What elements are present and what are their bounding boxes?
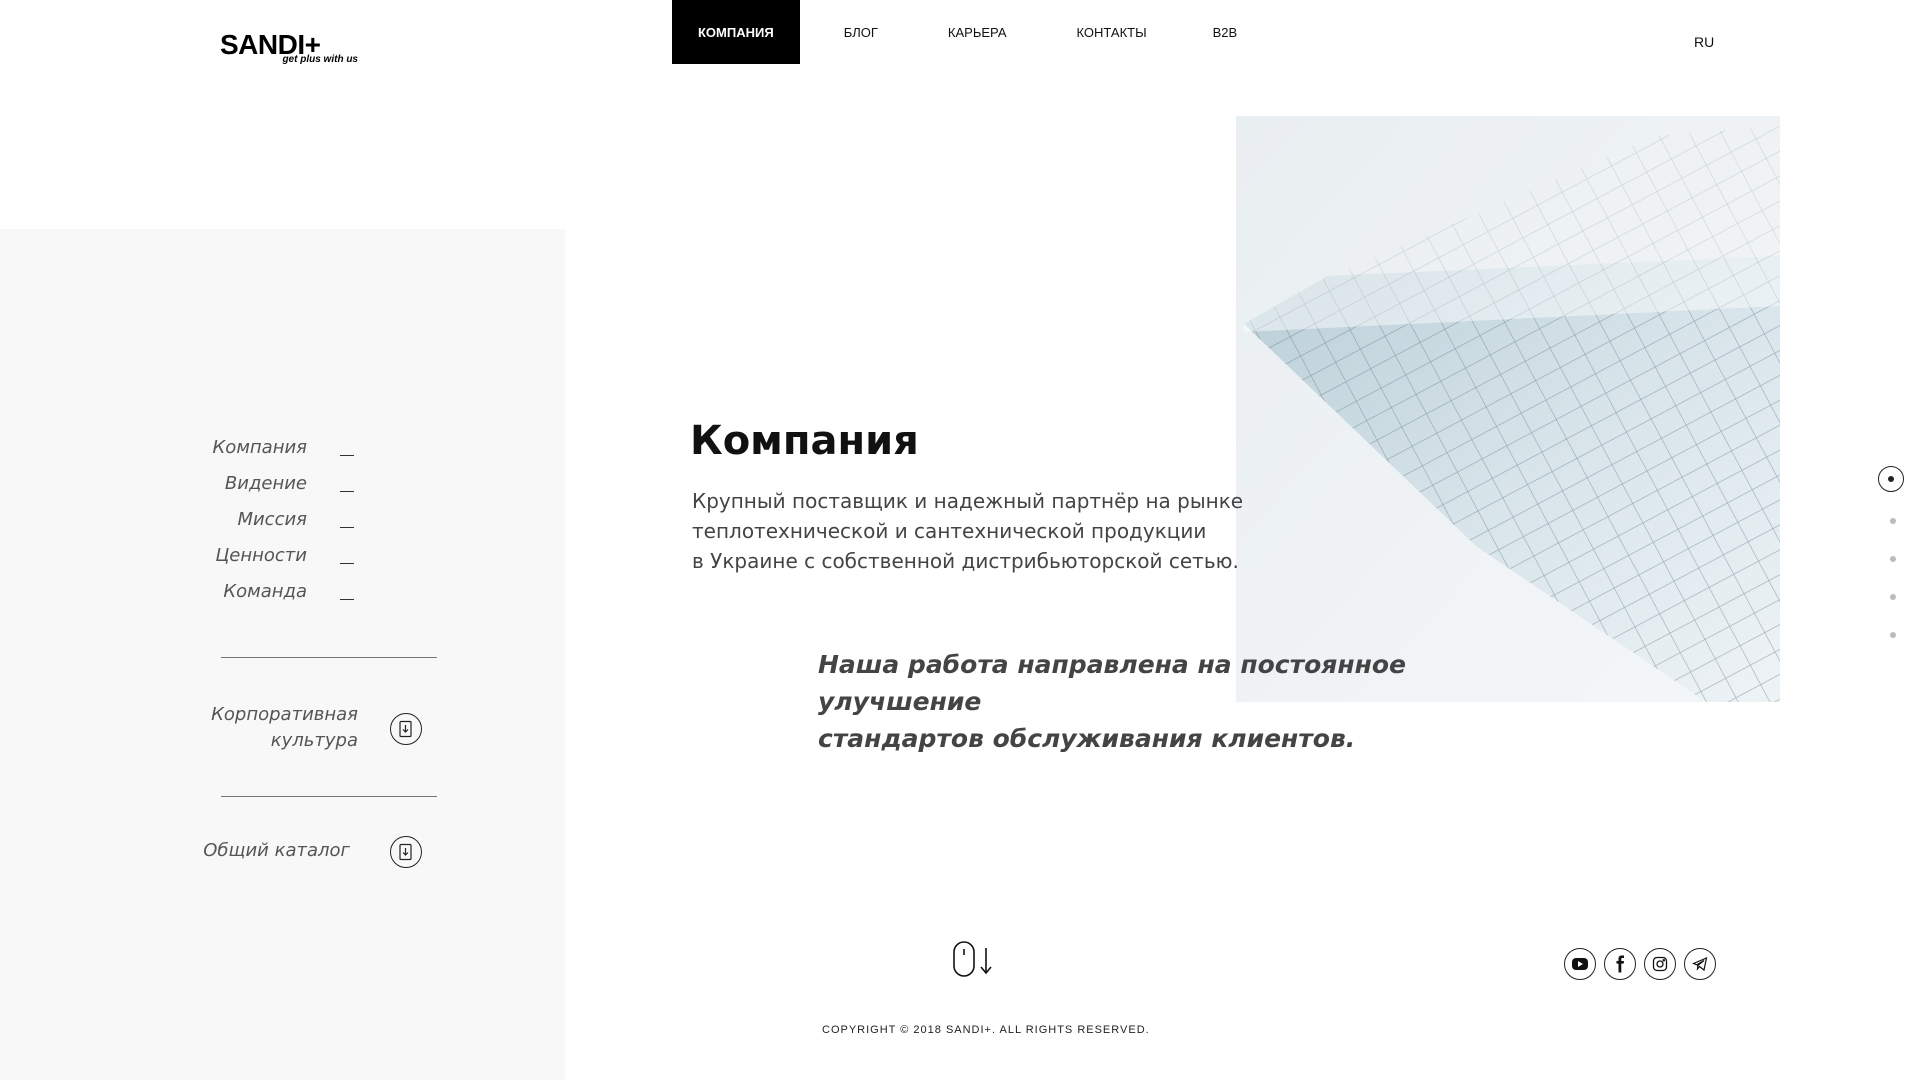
- scroll-down-icon[interactable]: [952, 940, 996, 980]
- language-switcher[interactable]: RU: [1694, 34, 1714, 50]
- nav-item-b2b[interactable]: B2B: [1187, 0, 1264, 64]
- sidebar-item-values[interactable]: Ценности: [0, 545, 360, 575]
- dash-icon: [340, 599, 354, 600]
- nav-item-blog[interactable]: БЛОГ: [818, 0, 904, 64]
- sidebar-divider: [221, 657, 437, 658]
- dash-icon: [340, 563, 354, 564]
- dash-icon: [340, 491, 354, 492]
- social-links: [1564, 948, 1716, 980]
- pager-dot[interactable]: [1890, 594, 1896, 600]
- sidebar: [0, 229, 565, 1080]
- dash-icon: [340, 527, 354, 528]
- mission-quote: Наша работа направлена на постоянное улу…: [818, 646, 1578, 757]
- sidebar-item-label: Ценности: [215, 545, 307, 566]
- page-title: Компания: [690, 418, 919, 464]
- company-description: Крупный поставщик и надежный партнёр на …: [692, 486, 1252, 576]
- facebook-icon[interactable]: [1604, 948, 1636, 980]
- description-line: Крупный поставщик и надежный партнёр на …: [692, 489, 1244, 513]
- pager-dot[interactable]: [1890, 632, 1896, 638]
- pager-dot-inner: [1888, 476, 1894, 482]
- quote-line: Наша работа направлена на постоянное улу…: [818, 650, 1407, 716]
- description-line: в Украине с собственной дистрибьюторской…: [692, 549, 1239, 573]
- sidebar-divider: [221, 796, 437, 797]
- brand-logo[interactable]: SANDI+ get plus with us: [220, 31, 360, 68]
- sidebar-item-label: Компания: [212, 437, 307, 458]
- download-label: Корпоративная культура: [211, 702, 358, 754]
- instagram-icon[interactable]: [1644, 948, 1676, 980]
- nav-item-career[interactable]: КАРЬЕРА: [922, 0, 1033, 64]
- sidebar-item-label: Видение: [224, 473, 307, 494]
- main-nav: КОМПАНИЯ БЛОГ КАРЬЕРА КОНТАКТЫ B2B: [672, 0, 1263, 64]
- sidebar-item-label: Миссия: [237, 509, 307, 530]
- copyright-text: COPYRIGHT © 2018 SANDI+. ALL RIGHTS RESE…: [822, 1024, 1150, 1036]
- nav-item-contacts[interactable]: КОНТАКТЫ: [1051, 0, 1173, 64]
- download-corporate-culture[interactable]: Корпоративная культура: [200, 702, 440, 758]
- sidebar-item-mission[interactable]: Миссия: [0, 509, 360, 539]
- download-label: Общий каталог: [203, 840, 350, 861]
- sidebar-item-label: Команда: [223, 581, 307, 602]
- sidebar-item-vision[interactable]: Видение: [0, 473, 360, 503]
- download-general-catalog[interactable]: Общий каталог: [200, 836, 440, 872]
- pager-dot[interactable]: [1890, 556, 1896, 562]
- youtube-icon[interactable]: [1564, 948, 1596, 980]
- hero-building-image: [1236, 116, 1780, 702]
- brand-tagline: get plus with us: [282, 54, 358, 65]
- description-line: теплотехнической и сантехнической продук…: [692, 519, 1207, 543]
- nav-item-company[interactable]: КОМПАНИЯ: [672, 0, 800, 64]
- download-label-line: культура: [270, 730, 358, 751]
- quote-line: стандартов обслуживания клиентов.: [818, 724, 1356, 753]
- dash-icon: [340, 455, 354, 456]
- download-label-line: Корпоративная: [211, 704, 358, 725]
- telegram-icon[interactable]: [1684, 948, 1716, 980]
- sidebar-item-team[interactable]: Команда: [0, 581, 360, 611]
- sidebar-item-company[interactable]: Компания: [0, 437, 360, 467]
- download-icon[interactable]: [390, 713, 422, 745]
- download-icon[interactable]: [390, 836, 422, 868]
- pager-dot[interactable]: [1890, 518, 1896, 524]
- pager-dot-active[interactable]: [1878, 466, 1904, 492]
